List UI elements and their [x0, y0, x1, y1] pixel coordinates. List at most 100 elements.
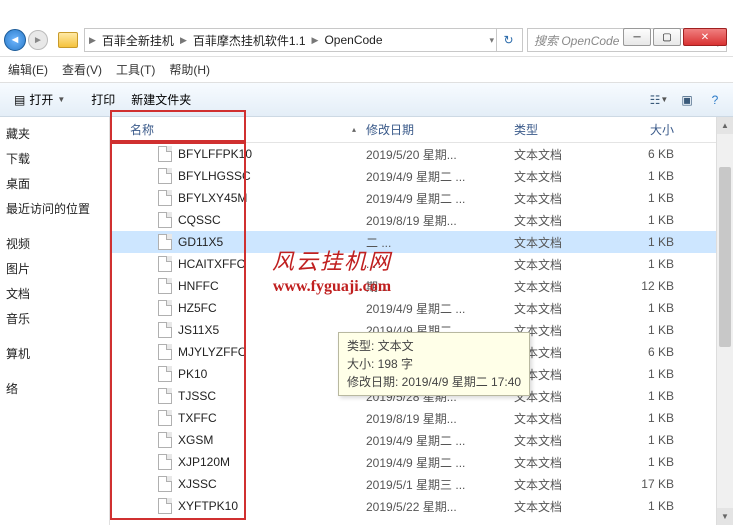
menu-help[interactable]: 帮助(H): [169, 61, 210, 78]
sidebar-item[interactable]: 下载: [0, 146, 109, 171]
file-name: BFYLXY45M: [178, 191, 247, 205]
minimize-button[interactable]: ─: [623, 28, 651, 46]
file-date: 2019/5/1 星期三 ...: [366, 476, 514, 493]
file-size: 1 KB: [614, 213, 694, 227]
column-header-size[interactable]: 大小: [614, 121, 694, 138]
file-date: 2019/4/9 星期二 ...: [366, 300, 514, 317]
file-icon: [158, 432, 172, 448]
file-type: 文本文档: [514, 190, 614, 207]
tooltip-line: 类型: 文本文: [347, 337, 521, 355]
file-date: 二 ...: [366, 234, 514, 251]
file-name: TXFFC: [178, 411, 217, 425]
file-size: 1 KB: [614, 257, 694, 271]
chevron-down-icon[interactable]: ▾: [487, 35, 496, 46]
table-row[interactable]: XYFTPK102019/5/22 星期...文本文档1 KB: [110, 495, 733, 517]
document-icon: ▤: [14, 93, 25, 107]
breadcrumb-seg[interactable]: OpenCode: [320, 33, 386, 47]
file-date: 2019/8/19 星期...: [366, 212, 514, 229]
refresh-button[interactable]: ↻: [496, 29, 520, 51]
sidebar-item[interactable]: 络: [0, 376, 109, 401]
table-row[interactable]: BFYLHGSSC2019/4/9 星期二 ...文本文档1 KB: [110, 165, 733, 187]
column-header-date[interactable]: 修改日期: [366, 121, 514, 138]
sidebar: 藏夹 下载 桌面 最近访问的位置 视频 图片 文档 音乐 算机 络: [0, 117, 110, 525]
file-name: TJSSC: [178, 389, 216, 403]
file-size: 1 KB: [614, 411, 694, 425]
help-button[interactable]: ?: [705, 92, 725, 108]
tooltip-line: 大小: 198 字: [347, 355, 521, 373]
nav-back-button[interactable]: ◄: [4, 29, 26, 51]
file-name: BFYLHGSSC: [178, 169, 251, 183]
table-row[interactable]: XJP120M2019/4/9 星期二 ...文本文档1 KB: [110, 451, 733, 473]
file-type: 文本文档: [514, 432, 614, 449]
file-icon: [158, 366, 172, 382]
preview-pane-button[interactable]: ▣: [677, 92, 697, 108]
folder-icon: [58, 32, 78, 48]
sidebar-item[interactable]: 藏夹: [0, 121, 109, 146]
sidebar-item[interactable]: 图片: [0, 256, 109, 281]
file-icon: [158, 146, 172, 162]
file-size: 1 KB: [614, 433, 694, 447]
sort-caret-icon: ▴: [352, 125, 356, 134]
breadcrumb-seg[interactable]: 百菲全新挂机: [98, 32, 178, 49]
breadcrumb-seg[interactable]: 百菲摩杰挂机软件1.1: [189, 32, 310, 49]
file-icon: [158, 410, 172, 426]
table-row[interactable]: BFYLXY45M2019/4/9 星期二 ...文本文档1 KB: [110, 187, 733, 209]
table-row[interactable]: BFYLFFPK102019/5/20 星期...文本文档6 KB: [110, 143, 733, 165]
table-row[interactable]: TXFFC2019/8/19 星期...文本文档1 KB: [110, 407, 733, 429]
file-type: 文本文档: [514, 212, 614, 229]
new-folder-button[interactable]: 新建文件夹: [131, 91, 191, 108]
file-size: 12 KB: [614, 279, 694, 293]
breadcrumb[interactable]: ▶ 百菲全新挂机 ▶ 百菲摩杰挂机软件1.1 ▶ OpenCode ▾ ↻: [84, 28, 523, 52]
sidebar-item[interactable]: 视频: [0, 231, 109, 256]
table-row[interactable]: CQSSC 2019/8/19 星期...文本文档1 KB: [110, 209, 733, 231]
sidebar-item[interactable]: 最近访问的位置: [0, 196, 109, 221]
file-icon: [158, 498, 172, 514]
caret-down-icon: ▼: [57, 95, 65, 104]
file-icon: [158, 476, 172, 492]
maximize-button[interactable]: ▢: [653, 28, 681, 46]
file-icon: [158, 454, 172, 470]
view-options-button[interactable]: ☷ ▼: [649, 92, 669, 108]
file-name: XYFTPK10: [178, 499, 238, 513]
menu-edit[interactable]: 编辑(E): [8, 61, 48, 78]
file-date: 2019/8/19 星期...: [366, 410, 514, 427]
file-size: 1 KB: [614, 191, 694, 205]
sidebar-item[interactable]: 桌面: [0, 171, 109, 196]
chevron-right-icon: ▶: [87, 35, 98, 46]
file-date: 2019/4/9 星期二 ...: [366, 454, 514, 471]
table-row[interactable]: HZ5FC2019/4/9 星期二 ...文本文档1 KB: [110, 297, 733, 319]
scroll-thumb[interactable]: [719, 167, 731, 347]
column-header-type[interactable]: 类型: [514, 121, 614, 138]
print-button[interactable]: 打印: [91, 91, 115, 108]
menu-tools[interactable]: 工具(T): [116, 61, 155, 78]
close-button[interactable]: ✕: [683, 28, 727, 46]
scroll-up-button[interactable]: ▲: [717, 117, 733, 134]
file-icon: [158, 256, 172, 272]
nav-forward-button[interactable]: ►: [28, 30, 48, 50]
table-row[interactable]: GD11X5二 ...文本文档1 KB: [110, 231, 733, 253]
file-size: 1 KB: [614, 169, 694, 183]
scroll-down-button[interactable]: ▼: [717, 508, 733, 525]
file-date: 2019/4/9 星期二 ...: [366, 432, 514, 449]
file-size: 1 KB: [614, 455, 694, 469]
sidebar-item[interactable]: 音乐: [0, 306, 109, 331]
col-name-label: 名称: [130, 121, 154, 138]
file-type: 文本文档: [514, 256, 614, 273]
file-size: 1 KB: [614, 367, 694, 381]
column-header-name[interactable]: 名称 ▴: [118, 121, 366, 138]
table-row[interactable]: XGSM2019/4/9 星期二 ...文本文档1 KB: [110, 429, 733, 451]
table-row[interactable]: HCAITXFFC...文本文档1 KB: [110, 253, 733, 275]
table-row[interactable]: XJSSC2019/5/1 星期三 ...文本文档17 KB: [110, 473, 733, 495]
open-button[interactable]: ▤ 打开 ▼: [8, 89, 71, 110]
sidebar-item[interactable]: 算机: [0, 341, 109, 366]
file-size: 1 KB: [614, 323, 694, 337]
sidebar-item[interactable]: 文档: [0, 281, 109, 306]
file-name: CQSSC: [178, 213, 221, 227]
scrollbar[interactable]: ▲ ▼: [716, 117, 733, 525]
file-name: MJYLYZFFC: [178, 345, 246, 359]
file-type: 文本文档: [514, 454, 614, 471]
file-type: 文本文档: [514, 234, 614, 251]
file-icon: [158, 278, 172, 294]
menu-view[interactable]: 查看(V): [62, 61, 102, 78]
table-row[interactable]: HNFFC期...文本文档12 KB: [110, 275, 733, 297]
